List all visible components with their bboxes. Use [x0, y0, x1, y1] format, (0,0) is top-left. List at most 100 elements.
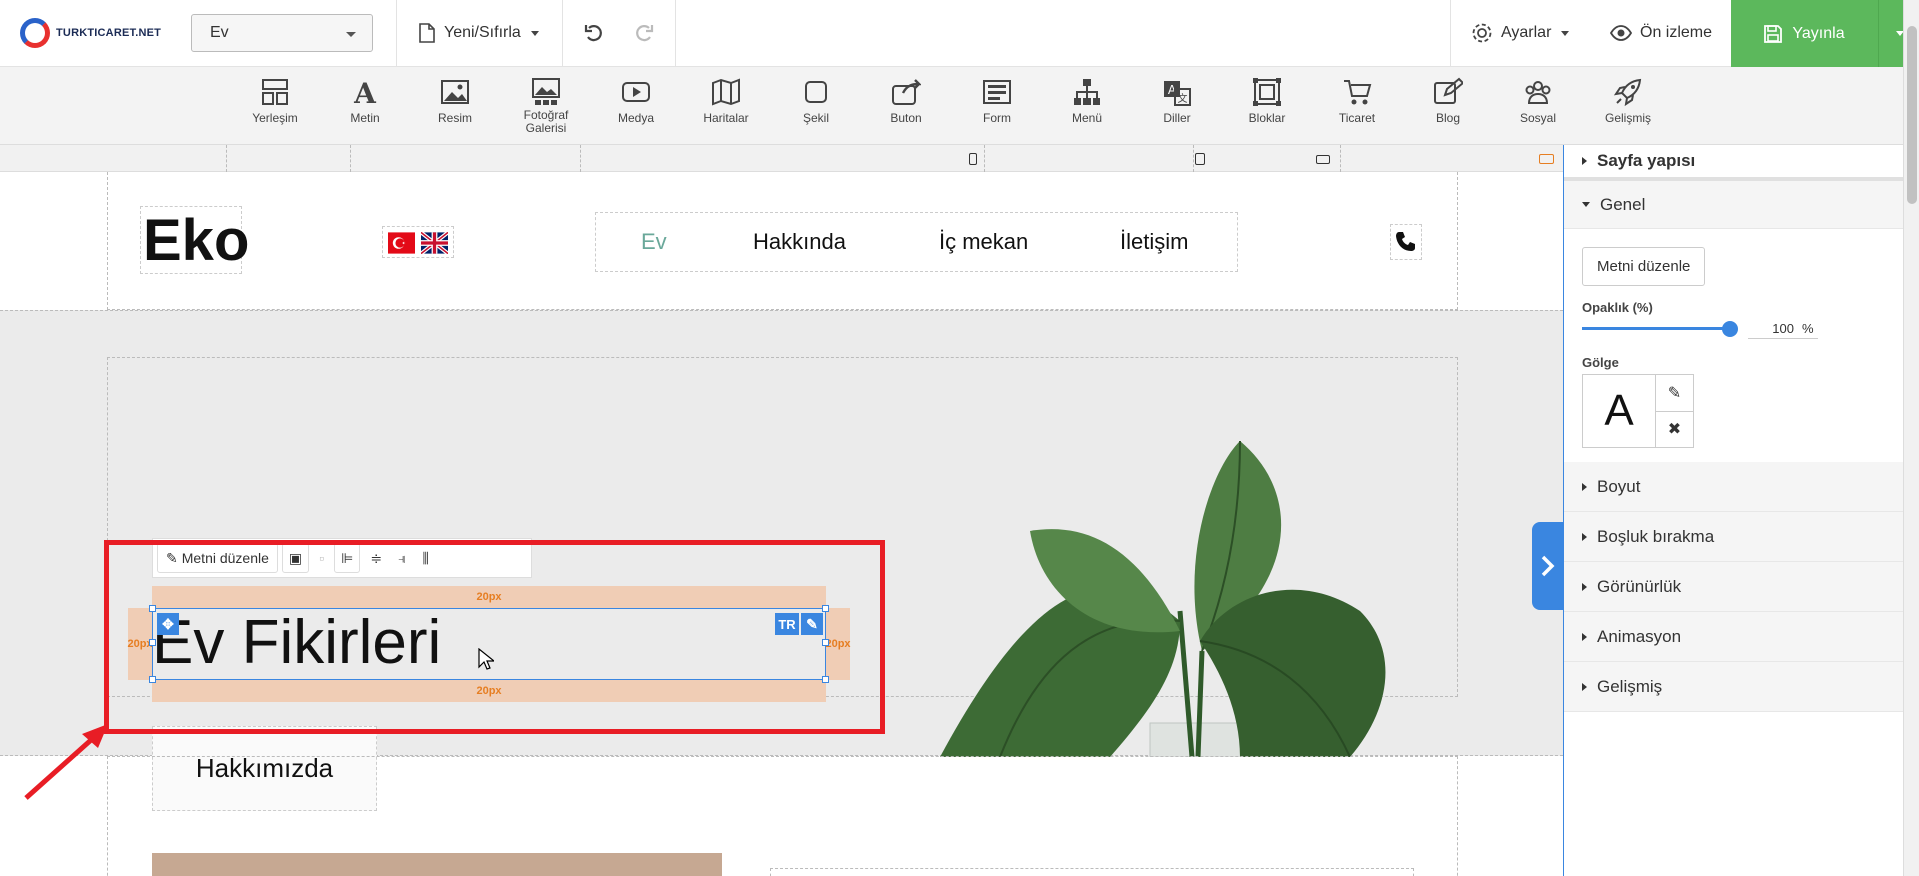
- desktop-view-icon[interactable]: [1539, 154, 1554, 164]
- shadow-label: Gölge: [1582, 355, 1619, 370]
- ruler-tick: [350, 145, 351, 172]
- section-label: Görünürlük: [1597, 576, 1682, 596]
- content-text-box[interactable]: [770, 868, 1414, 876]
- divider: [675, 0, 676, 67]
- toolbar-item-image[interactable]: Resim: [415, 77, 495, 125]
- laptop-view-icon[interactable]: [1316, 155, 1330, 164]
- panel-header[interactable]: Sayfa yapısı: [1564, 145, 1903, 181]
- slider-thumb[interactable]: [1722, 321, 1738, 337]
- section-advanced[interactable]: Gelişmiş: [1564, 662, 1903, 712]
- caret-right-icon: [1582, 157, 1587, 165]
- section-general-label: Genel: [1600, 194, 1646, 214]
- shadow-control: A ✎ ✖: [1582, 374, 1885, 448]
- shadow-preview[interactable]: A: [1582, 374, 1656, 448]
- settings-button[interactable]: Ayarlar: [1471, 0, 1570, 66]
- publish-button-group: Yayınla: [1731, 0, 1919, 67]
- scrollbar[interactable]: [1903, 0, 1919, 876]
- logo[interactable]: TURKTICARET.NET: [20, 18, 161, 48]
- undo-button[interactable]: [584, 0, 604, 66]
- edit-text-panel-button[interactable]: Metni düzenle: [1582, 247, 1706, 286]
- tablet-view-icon[interactable]: [1195, 153, 1205, 165]
- site-nav: Ev Hakkında İç mekan İletişim: [595, 212, 1238, 272]
- save-icon: [1764, 24, 1783, 43]
- toolbar-item-label: Yerleşim: [252, 111, 298, 125]
- redo-icon: [636, 25, 654, 42]
- opacity-slider[interactable]: 100 %: [1582, 315, 1885, 341]
- section-general[interactable]: Genel: [1564, 181, 1903, 229]
- rocket-icon: [1613, 78, 1642, 107]
- toolbar-item-media[interactable]: Medya: [596, 77, 676, 125]
- toolbar-item-layout[interactable]: Yerleşim: [235, 77, 315, 125]
- section-spacing[interactable]: Boşluk bırakma: [1564, 512, 1903, 562]
- toolbar-item-label: Buton: [890, 111, 922, 125]
- plant-image[interactable]: [880, 411, 1420, 757]
- image-icon: [441, 80, 469, 104]
- toolbar-item-label: Resim: [437, 111, 472, 125]
- scrollbar-thumb[interactable]: [1907, 26, 1917, 204]
- nav-item-home[interactable]: Ev: [641, 229, 667, 255]
- turkish-flag-icon[interactable]: [388, 232, 415, 254]
- page-selector[interactable]: Ev: [191, 14, 373, 52]
- caret-down-icon: [1582, 202, 1590, 207]
- toolbar-item-form[interactable]: Form: [957, 77, 1037, 125]
- close-icon[interactable]: ✖: [1656, 412, 1693, 448]
- ruler-tick: [580, 145, 581, 172]
- ruler-tick: [1340, 145, 1341, 172]
- toolbar-item-languages[interactable]: A 文 Diller: [1137, 77, 1217, 125]
- brand-logo-text[interactable]: Eko: [140, 206, 249, 274]
- preview-button[interactable]: Ön izleme: [1610, 0, 1712, 66]
- caret-right-icon: [1582, 682, 1587, 691]
- section-label: Animasyon: [1597, 626, 1682, 646]
- publish-button[interactable]: Yayınla: [1731, 0, 1879, 67]
- nav-item-about[interactable]: Hakkında: [753, 229, 846, 255]
- toolbar-item-social[interactable]: Sosyal: [1498, 77, 1578, 125]
- ruler-tick: [1193, 145, 1194, 172]
- nav-item-interior[interactable]: İç mekan: [939, 229, 1028, 255]
- english-flag-icon[interactable]: [421, 232, 448, 254]
- toolbar-item-label: Şekil: [802, 111, 829, 125]
- section-label: Boşluk bırakma: [1597, 526, 1715, 546]
- nav-item-contact[interactable]: İletişim: [1120, 229, 1188, 255]
- text-icon: A: [353, 77, 377, 107]
- opacity-unit: %: [1802, 321, 1814, 336]
- panel-toggle-button[interactable]: [1532, 522, 1563, 610]
- toolbar-item-blog[interactable]: Blog: [1408, 77, 1488, 125]
- toolbar-item-menu[interactable]: Menü: [1047, 77, 1127, 125]
- languages-icon: A文: [1164, 81, 1191, 106]
- toolbar-item-button[interactable]: Buton: [866, 77, 946, 125]
- pencil-icon[interactable]: ✎: [1656, 375, 1693, 412]
- content-image[interactable]: [152, 853, 722, 876]
- chevron-down-icon: [530, 30, 539, 36]
- chevron-down-icon: [1561, 30, 1570, 36]
- section-visibility[interactable]: Görünürlük: [1564, 562, 1903, 612]
- toolbar-item-blocks[interactable]: Bloklar: [1227, 77, 1307, 125]
- toolbar-item-text[interactable]: A Metin: [325, 77, 405, 125]
- phone-button[interactable]: [1390, 224, 1422, 260]
- undo-icon: [584, 25, 602, 42]
- toolbar-item-gallery[interactable]: Fotoğraf Galerisi: [506, 77, 586, 135]
- toolbar-item-cart[interactable]: Ticaret: [1317, 77, 1397, 125]
- pointer-arrow: [24, 724, 108, 800]
- logo-mark-icon: [20, 18, 50, 48]
- section-label: Gelişmiş: [1597, 676, 1663, 696]
- caret-right-icon: [1582, 632, 1587, 641]
- toolbar-item-label: Gelişmiş: [1604, 111, 1651, 125]
- opacity-label: Opaklık (%): [1582, 300, 1653, 315]
- gallery-icon: [532, 78, 560, 105]
- panel-title: Sayfa yapısı: [1597, 151, 1696, 170]
- svg-text:A: A: [353, 77, 377, 107]
- toolbar-item-rocket[interactable]: Gelişmiş: [1588, 77, 1668, 125]
- mobile-view-icon[interactable]: [969, 153, 977, 165]
- redo-button[interactable]: [634, 0, 654, 66]
- menu-icon: [1074, 79, 1100, 105]
- blog-icon: [1434, 77, 1463, 104]
- highlight-box: [104, 540, 885, 734]
- divider: [396, 0, 397, 67]
- reset-button[interactable]: Yeni/Sıfırla: [418, 0, 539, 66]
- page-canvas: Eko Ev Hakkında İç mekan İletişim ✎ Metn…: [0, 172, 1563, 876]
- section-animation[interactable]: Animasyon: [1564, 612, 1903, 662]
- logo-text: TURKTICARET.NET: [56, 27, 162, 39]
- toolbar-item-shape[interactable]: Şekil: [776, 77, 856, 125]
- toolbar-item-map[interactable]: Haritalar: [686, 77, 766, 125]
- section-size[interactable]: Boyut: [1564, 462, 1903, 512]
